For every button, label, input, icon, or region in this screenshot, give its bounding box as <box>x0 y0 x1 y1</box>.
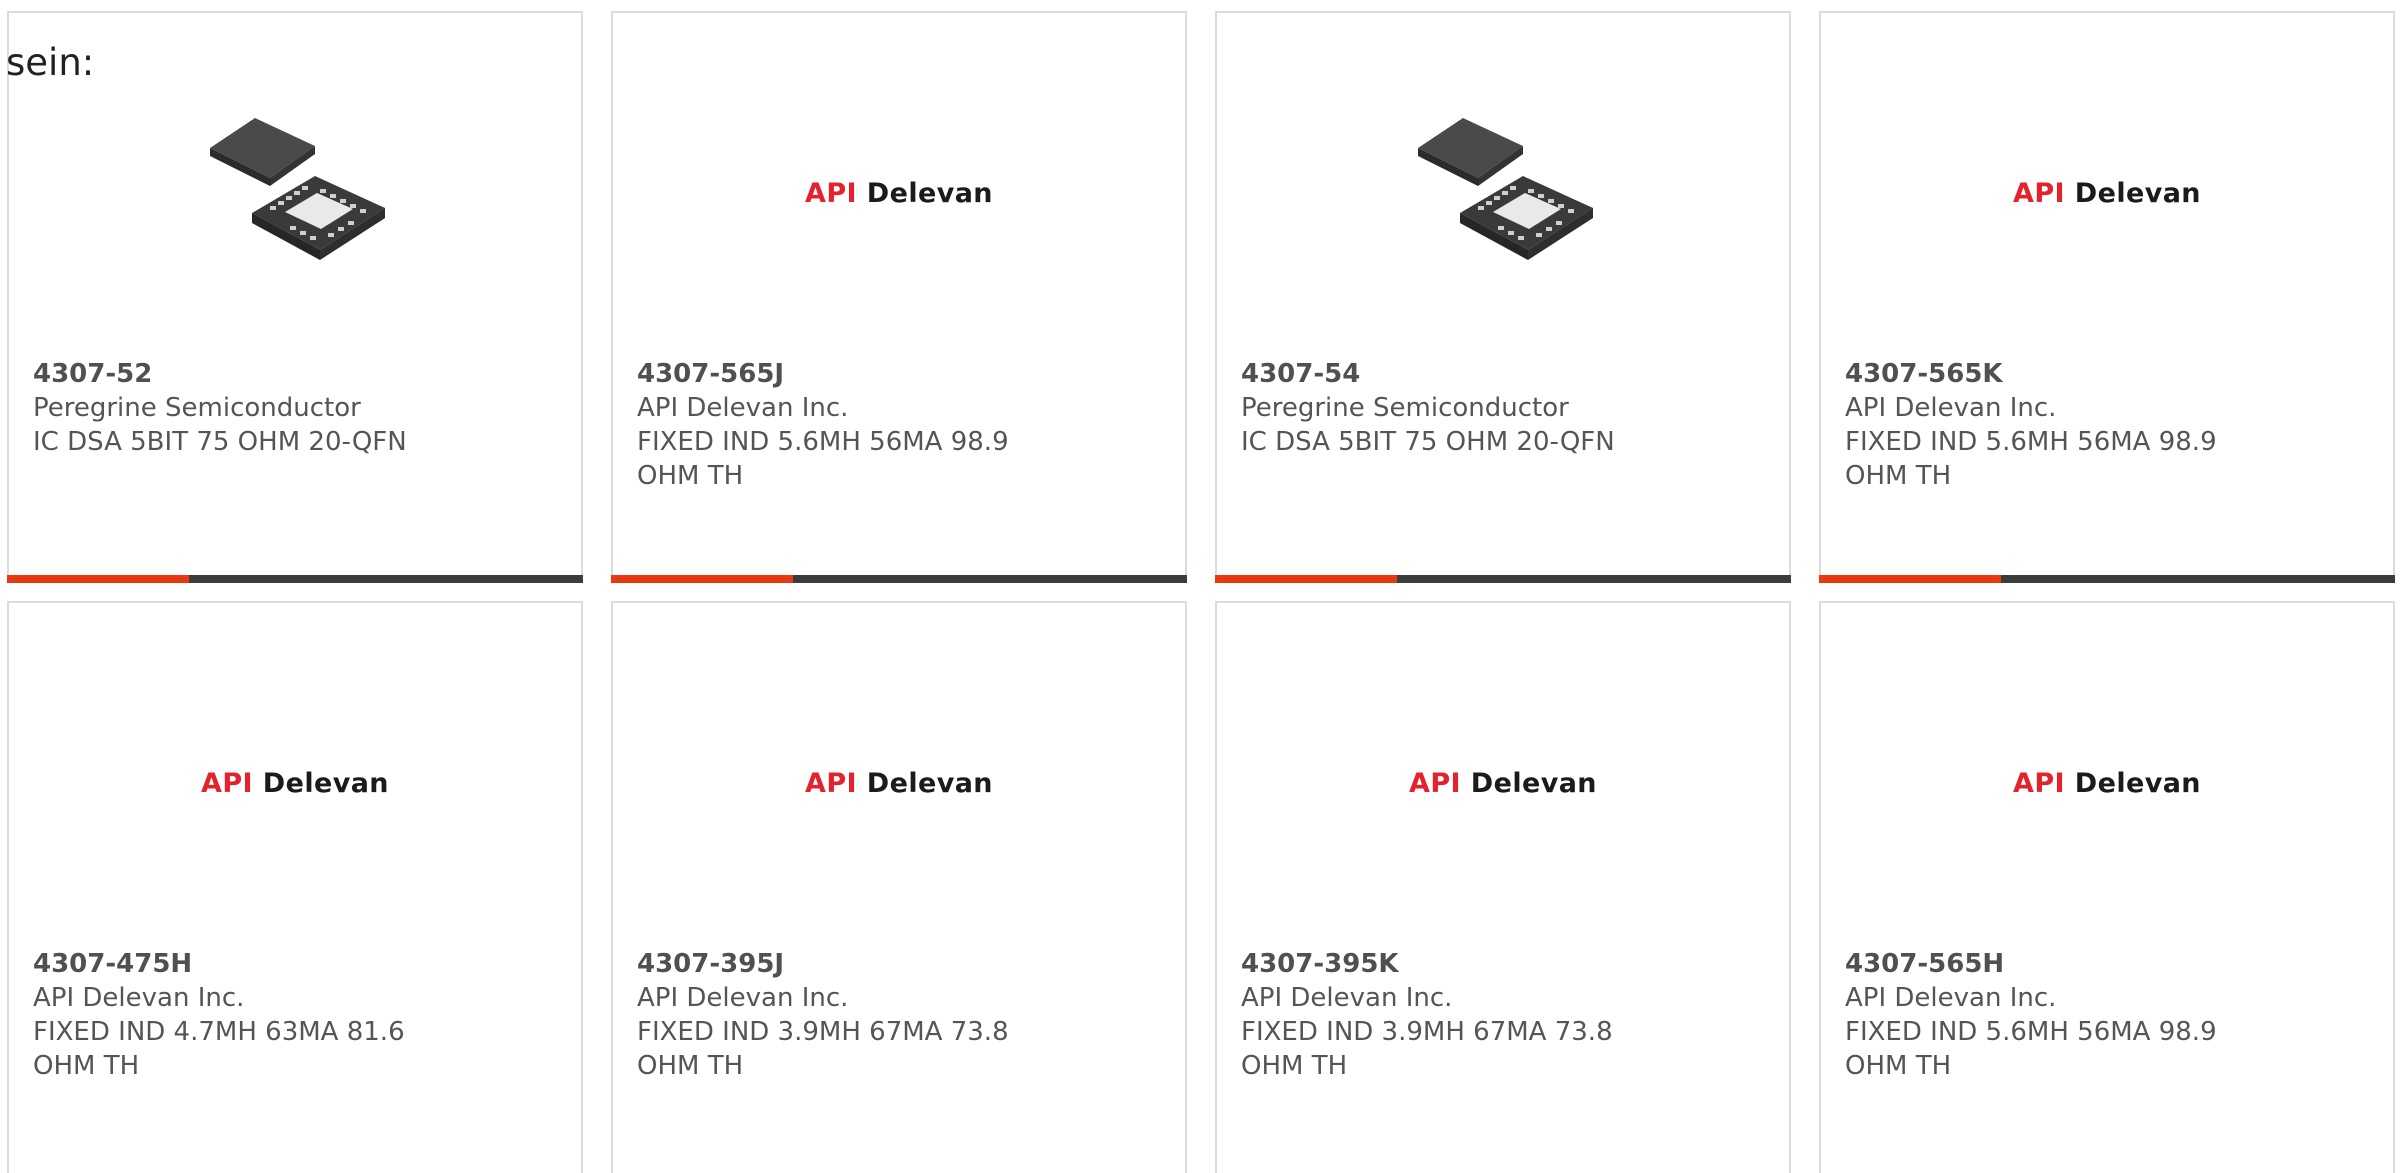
card-accent-bar <box>7 575 189 583</box>
api-delevan-logo: API Delevan <box>805 767 993 799</box>
product-card[interactable]: API Delevan 4307-475H API Delevan Inc. F… <box>7 601 583 1173</box>
card-accent-bar <box>1215 575 1397 583</box>
part-number[interactable]: 4307-54 <box>1241 357 1681 391</box>
manufacturer-name: Peregrine Semiconductor <box>1241 393 1569 423</box>
card-footer-bar <box>7 575 583 583</box>
api-delevan-logo: API Delevan <box>1409 767 1597 799</box>
product-image[interactable]: API Delevan <box>1821 663 2393 903</box>
product-info: 4307-565J API Delevan Inc. FIXED IND 5.6… <box>637 357 1077 493</box>
card-footer-bar <box>1215 575 1791 583</box>
product-image[interactable] <box>1217 73 1789 313</box>
product-info: 4307-475H API Delevan Inc. FIXED IND 4.7… <box>33 947 473 1083</box>
product-image[interactable]: API Delevan <box>1217 663 1789 903</box>
product-description: FIXED IND 5.6MH 56MA 98.9 OHM TH <box>1845 1017 2217 1081</box>
part-number[interactable]: 4307-395K <box>1241 947 1681 981</box>
product-info: 4307-395K API Delevan Inc. FIXED IND 3.9… <box>1241 947 1681 1083</box>
card-footer-bar <box>1819 575 2395 583</box>
product-description: FIXED IND 4.7MH 63MA 81.6 OHM TH <box>33 1017 405 1081</box>
manufacturer-name: API Delevan Inc. <box>33 983 245 1013</box>
api-delevan-logo: API Delevan <box>2013 177 2201 209</box>
api-delevan-logo: API Delevan <box>201 767 389 799</box>
part-number[interactable]: 4307-565J <box>637 357 1077 391</box>
qfn-chip-image <box>210 118 385 260</box>
product-info: 4307-54 Peregrine Semiconductor IC DSA 5… <box>1241 357 1681 459</box>
product-description: IC DSA 5BIT 75 OHM 20-QFN <box>33 427 407 457</box>
product-image[interactable]: API Delevan <box>1821 73 2393 313</box>
card-accent-bar <box>611 575 793 583</box>
product-card[interactable]: API Delevan 4307-395J API Delevan Inc. F… <box>611 601 1187 1173</box>
api-delevan-logo: API Delevan <box>805 177 993 209</box>
product-info: 4307-395J API Delevan Inc. FIXED IND 3.9… <box>637 947 1077 1083</box>
product-info: 4307-52 Peregrine Semiconductor IC DSA 5… <box>33 357 473 459</box>
card-accent-bar <box>1819 575 2001 583</box>
manufacturer-name: API Delevan Inc. <box>1845 983 2057 1013</box>
product-image[interactable]: API Delevan <box>9 663 581 903</box>
manufacturer-name: API Delevan Inc. <box>637 983 849 1013</box>
product-description: FIXED IND 3.9MH 67MA 73.8 OHM TH <box>637 1017 1009 1081</box>
product-info: 4307-565H API Delevan Inc. FIXED IND 5.6… <box>1845 947 2285 1083</box>
product-card[interactable]: API Delevan 4307-565H API Delevan Inc. F… <box>1819 601 2395 1173</box>
qfn-chip-image <box>1418 118 1593 260</box>
product-image[interactable]: API Delevan <box>613 73 1185 313</box>
part-number[interactable]: 4307-565K <box>1845 357 2285 391</box>
card-footer-bar <box>611 575 1187 583</box>
manufacturer-name: API Delevan Inc. <box>1241 983 1453 1013</box>
manufacturer-name: Peregrine Semiconductor <box>33 393 361 423</box>
product-image[interactable]: API Delevan <box>613 663 1185 903</box>
product-card[interactable]: API Delevan 4307-565J API Delevan Inc. F… <box>611 11 1187 583</box>
product-description: FIXED IND 5.6MH 56MA 98.9 OHM TH <box>1845 427 2217 491</box>
part-number[interactable]: 4307-52 <box>33 357 473 391</box>
product-info: 4307-565K API Delevan Inc. FIXED IND 5.6… <box>1845 357 2285 493</box>
product-card[interactable]: 4307-54 Peregrine Semiconductor IC DSA 5… <box>1215 11 1791 583</box>
part-number[interactable]: 4307-565H <box>1845 947 2285 981</box>
manufacturer-name: API Delevan Inc. <box>1845 393 2057 423</box>
part-number[interactable]: 4307-475H <box>33 947 473 981</box>
part-number[interactable]: 4307-395J <box>637 947 1077 981</box>
product-description: FIXED IND 5.6MH 56MA 98.9 OHM TH <box>637 427 1009 491</box>
product-card[interactable]: 4307-52 Peregrine Semiconductor IC DSA 5… <box>7 11 583 583</box>
product-description: IC DSA 5BIT 75 OHM 20-QFN <box>1241 427 1615 457</box>
product-card[interactable]: API Delevan 4307-565K API Delevan Inc. F… <box>1819 11 2395 583</box>
product-card[interactable]: API Delevan 4307-395K API Delevan Inc. F… <box>1215 601 1791 1173</box>
intro-text: sein: <box>6 41 95 84</box>
product-image[interactable] <box>9 73 581 313</box>
manufacturer-name: API Delevan Inc. <box>637 393 849 423</box>
product-description: FIXED IND 3.9MH 67MA 73.8 OHM TH <box>1241 1017 1613 1081</box>
api-delevan-logo: API Delevan <box>2013 767 2201 799</box>
